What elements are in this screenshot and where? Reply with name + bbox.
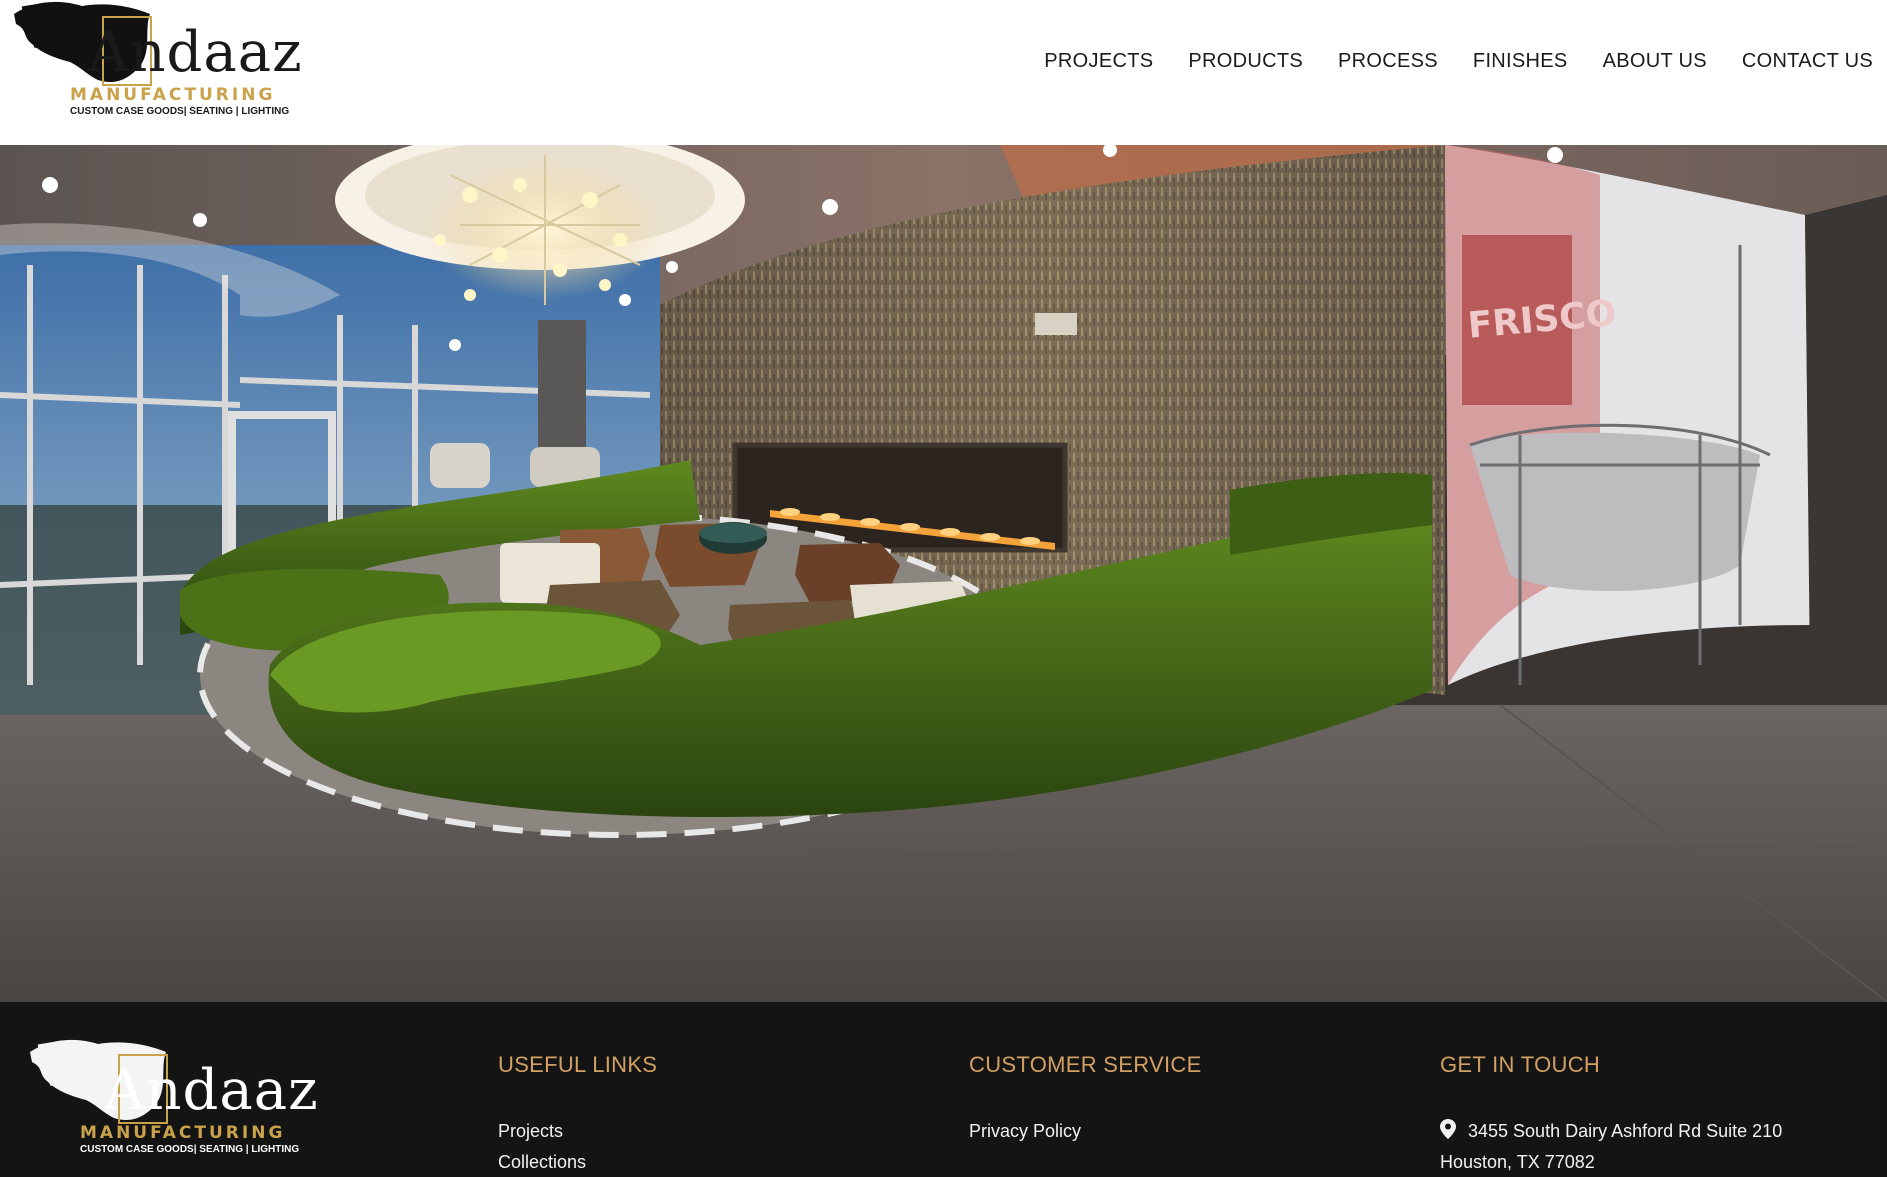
useful-links-column: USEFUL LINKS Projects Collections: [498, 1052, 657, 1177]
address-line-2: Houston, TX 77082: [1440, 1152, 1595, 1172]
map-pin-icon: [1440, 1119, 1456, 1139]
brand-tagline: CUSTOM CASE GOODS| SEATING | LIGHTING: [70, 106, 290, 117]
footer-brand-logo[interactable]: Andaaz MANUFACTURING CUSTOM CASE GOODS| …: [28, 1038, 318, 1163]
get-in-touch-column: GET IN TOUCH 3455 South Dairy Ashford Rd…: [1440, 1052, 1782, 1177]
nav-contact-us[interactable]: CONTACT US: [1742, 50, 1873, 73]
get-in-touch-title: GET IN TOUCH: [1440, 1052, 1601, 1077]
useful-links-title: USEFUL LINKS: [498, 1052, 658, 1077]
footer-brand-tagline: CUSTOM CASE GOODS| SEATING | LIGHTING: [80, 1144, 300, 1155]
address-block: 3455 South Dairy Ashford Rd Suite 210: [1440, 1116, 1782, 1147]
nav-process[interactable]: PROCESS: [1338, 50, 1438, 73]
footer-brand-sub: MANUFACTURING: [80, 1123, 286, 1143]
nav-projects[interactable]: PROJECTS: [1044, 50, 1153, 73]
brand-logo[interactable]: Andaaz MANUFACTURING CUSTOM CASE GOODS| …: [12, 0, 302, 125]
footer-link-projects[interactable]: Projects: [498, 1116, 657, 1147]
site-header: Andaaz MANUFACTURING CUSTOM CASE GOODS| …: [0, 0, 1887, 145]
customer-service-column: CUSTOMER SERVICE Privacy Policy: [969, 1052, 1202, 1147]
hero-image: FRISCO: [0, 145, 1887, 1002]
footer-link-collections[interactable]: Collections: [498, 1147, 657, 1177]
footer-brand-name: Andaaz: [104, 1058, 319, 1123]
site-footer: Andaaz MANUFACTURING CUSTOM CASE GOODS| …: [0, 1002, 1887, 1177]
address-line-1: 3455 South Dairy Ashford Rd Suite 210: [1468, 1121, 1783, 1141]
footer-link-privacy-policy[interactable]: Privacy Policy: [969, 1116, 1202, 1147]
brand-sub: MANUFACTURING: [70, 85, 276, 105]
nav-finishes[interactable]: FINISHES: [1473, 50, 1568, 73]
nav-about-us[interactable]: ABOUT US: [1603, 50, 1707, 73]
main-nav: PROJECTS PRODUCTS PROCESS FINISHES ABOUT…: [1009, 50, 1873, 73]
nav-products[interactable]: PRODUCTS: [1188, 50, 1303, 73]
brand-name: Andaaz: [88, 20, 303, 85]
lobby-illustration: FRISCO: [0, 145, 1887, 1002]
customer-service-title: CUSTOMER SERVICE: [969, 1052, 1202, 1077]
